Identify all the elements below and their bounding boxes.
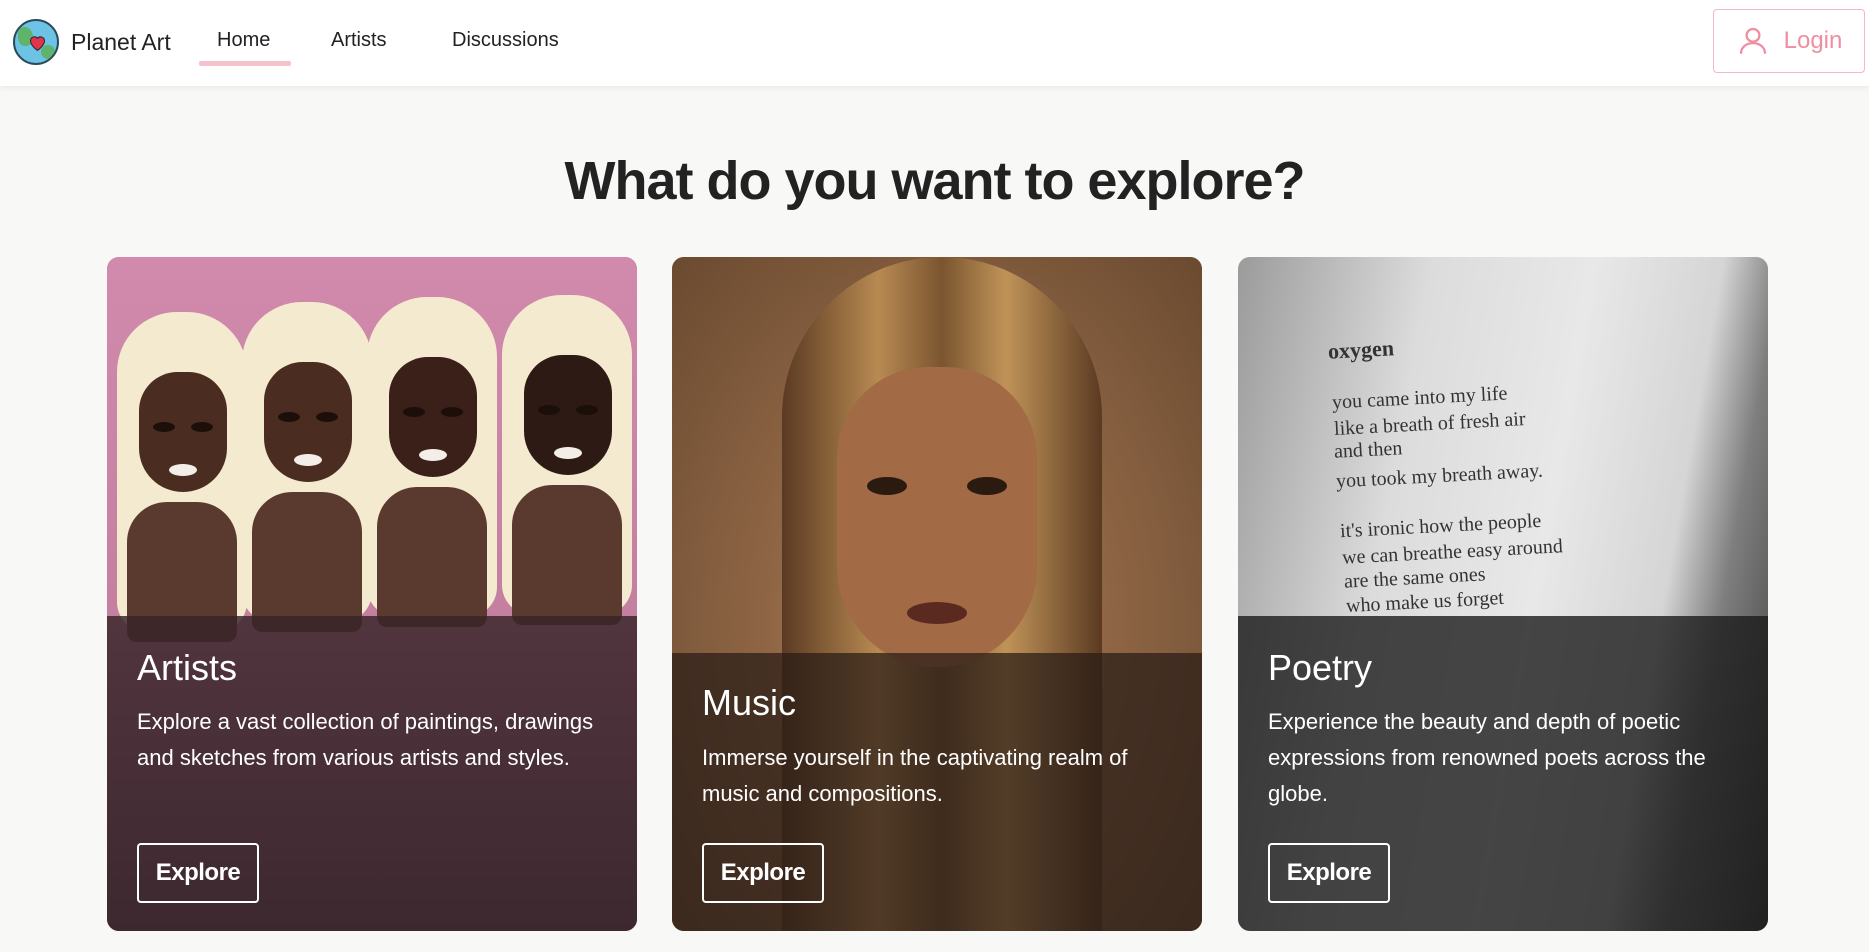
login-button[interactable]: Login bbox=[1713, 9, 1865, 73]
card-title: Artists bbox=[137, 647, 238, 688]
card-poetry[interactable]: oxygen you came into my life like a brea… bbox=[1238, 257, 1768, 931]
globe-heart-icon bbox=[13, 19, 59, 65]
nav-home[interactable]: Home bbox=[217, 29, 270, 52]
poem-title: oxygen bbox=[1327, 335, 1395, 364]
poem-line: you took my breath away. bbox=[1335, 459, 1544, 493]
card-description: Experience the beauty and depth of poeti… bbox=[1268, 709, 1706, 806]
card-title: Music bbox=[702, 682, 797, 723]
nav-artists[interactable]: Artists bbox=[331, 29, 387, 52]
card-description: Immerse yourself in the captivating real… bbox=[702, 745, 1128, 806]
active-nav-indicator bbox=[199, 61, 291, 66]
brand-name: Planet Art bbox=[71, 28, 171, 55]
brand[interactable]: Planet Art bbox=[13, 19, 171, 65]
explore-music-button[interactable]: Explore bbox=[702, 843, 824, 903]
login-label: Login bbox=[1783, 27, 1843, 54]
card-description: Explore a vast collection of paintings, … bbox=[137, 709, 594, 770]
user-icon bbox=[1739, 27, 1766, 54]
card-artists[interactable]: Artists Explore a vast collection of pai… bbox=[107, 257, 637, 931]
top-navbar: Planet Art Home Artists Discussions Logi… bbox=[0, 0, 1869, 86]
nav-discussions[interactable]: Discussions bbox=[452, 29, 559, 52]
page-headline: What do you want to explore? bbox=[564, 151, 1306, 211]
poem-line: and then bbox=[1333, 437, 1403, 463]
explore-poetry-button[interactable]: Explore bbox=[1268, 843, 1390, 903]
card-music[interactable]: Music Immerse yourself in the captivatin… bbox=[672, 257, 1202, 931]
card-title: Poetry bbox=[1268, 647, 1373, 688]
explore-artists-button[interactable]: Explore bbox=[137, 843, 259, 903]
